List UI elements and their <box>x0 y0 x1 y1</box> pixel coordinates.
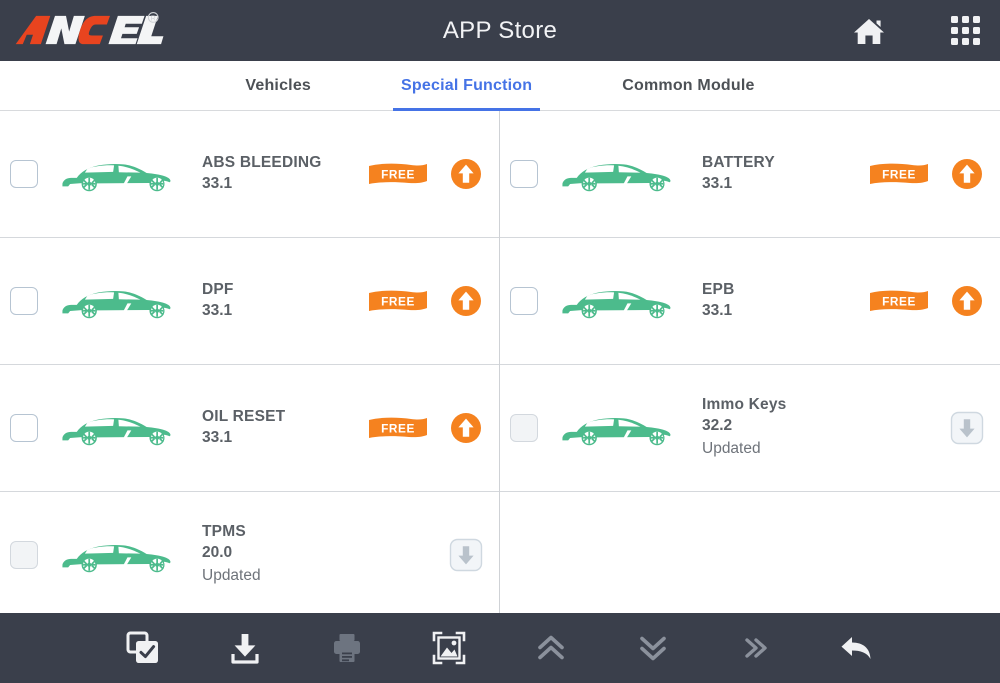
apps-grid-icon[interactable] <box>948 14 982 48</box>
app-name: TPMS <box>202 522 367 542</box>
app-meta: EPB 33.1 <box>688 280 868 322</box>
app-version: 33.1 <box>202 300 367 322</box>
app-name: OIL RESET <box>202 407 367 427</box>
install-button[interactable] <box>447 155 485 193</box>
table-row[interactable]: OIL RESET 33.1 FREE <box>0 365 499 491</box>
home-icon[interactable] <box>852 14 886 48</box>
print-icon <box>327 628 367 668</box>
install-button[interactable] <box>447 409 485 447</box>
app-header: R APP Store <box>0 0 1000 61</box>
row-checkbox[interactable] <box>10 414 38 442</box>
row-checkbox <box>10 541 38 569</box>
app-meta: Immo Keys 32.2 Updated <box>688 395 868 461</box>
svg-text:R: R <box>151 16 156 23</box>
install-button[interactable] <box>948 155 986 193</box>
app-name: Immo Keys <box>702 395 868 415</box>
table-row[interactable]: DPF 33.1 FREE <box>0 238 499 364</box>
table-row[interactable]: Immo Keys 32.2 Updated <box>500 365 1000 491</box>
table-row-empty <box>500 492 1000 613</box>
page-up-icon[interactable] <box>531 628 571 668</box>
car-icon <box>58 152 174 196</box>
row-checkbox[interactable] <box>510 160 538 188</box>
free-badge-label: FREE <box>381 294 415 308</box>
install-button[interactable] <box>948 282 986 320</box>
car-icon <box>58 279 174 323</box>
header-icon-group <box>852 0 982 61</box>
tab-common-module-label: Common Module <box>622 77 754 95</box>
free-badge-label: FREE <box>381 167 415 181</box>
app-version: 20.0 <box>202 542 367 564</box>
back-icon[interactable] <box>837 628 877 668</box>
car-icon <box>558 152 674 196</box>
row-checkbox[interactable] <box>10 287 38 315</box>
app-store-screen: R APP Store Vehicles Special F <box>0 0 1000 683</box>
app-meta: ABS BLEEDING 33.1 <box>188 153 367 195</box>
app-meta: OIL RESET 33.1 <box>188 407 367 449</box>
app-meta: BATTERY 33.1 <box>688 153 868 195</box>
ancel-logo: R <box>8 8 168 52</box>
tab-common-module[interactable]: Common Module <box>606 61 770 110</box>
tab-vehicles[interactable]: Vehicles <box>229 61 327 110</box>
install-button[interactable] <box>447 282 485 320</box>
free-badge: FREE <box>367 160 429 188</box>
app-name: BATTERY <box>702 153 868 173</box>
free-badge: FREE <box>367 414 429 442</box>
tab-bar: Vehicles Special Function Common Module <box>0 61 1000 111</box>
row-checkbox[interactable] <box>510 287 538 315</box>
free-badge-label: FREE <box>882 294 916 308</box>
bottom-toolbar <box>0 613 1000 683</box>
app-version: 33.1 <box>702 173 868 195</box>
car-icon <box>58 533 174 577</box>
app-version: 32.2 <box>702 415 868 437</box>
app-version: 33.1 <box>202 427 367 449</box>
row-checkbox[interactable] <box>10 160 38 188</box>
app-name: EPB <box>702 280 868 300</box>
free-badge-label: FREE <box>381 421 415 435</box>
app-list: ABS BLEEDING 33.1 FREE <box>0 111 1000 613</box>
car-icon <box>558 406 674 450</box>
app-status: Updated <box>702 437 868 461</box>
table-row[interactable]: TPMS 20.0 Updated <box>0 492 499 613</box>
free-badge-label: FREE <box>882 167 916 181</box>
tab-vehicles-label: Vehicles <box>245 77 311 95</box>
car-icon <box>558 279 674 323</box>
select-all-icon[interactable] <box>123 628 163 668</box>
tab-special-function-label: Special Function <box>401 77 532 95</box>
row-checkbox <box>510 414 538 442</box>
free-badge: FREE <box>868 287 930 315</box>
free-badge: FREE <box>367 287 429 315</box>
app-name: DPF <box>202 280 367 300</box>
app-meta: TPMS 20.0 Updated <box>188 522 367 588</box>
app-meta: DPF 33.1 <box>188 280 367 322</box>
updated-button <box>447 536 485 574</box>
updated-button <box>948 409 986 447</box>
download-icon[interactable] <box>225 628 265 668</box>
car-icon <box>58 406 174 450</box>
screenshot-icon[interactable] <box>429 628 469 668</box>
app-status: Updated <box>202 564 367 588</box>
table-row[interactable]: EPB 33.1 FREE <box>500 238 1000 364</box>
tab-special-function[interactable]: Special Function <box>385 61 548 110</box>
table-row[interactable]: ABS BLEEDING 33.1 FREE <box>0 111 499 237</box>
page-down-icon[interactable] <box>633 628 673 668</box>
app-name: ABS BLEEDING <box>202 153 367 173</box>
free-badge: FREE <box>868 160 930 188</box>
app-version: 33.1 <box>202 173 367 195</box>
app-version: 33.1 <box>702 300 868 322</box>
table-row[interactable]: BATTERY 33.1 FREE <box>500 111 1000 237</box>
fast-forward-icon[interactable] <box>735 628 775 668</box>
